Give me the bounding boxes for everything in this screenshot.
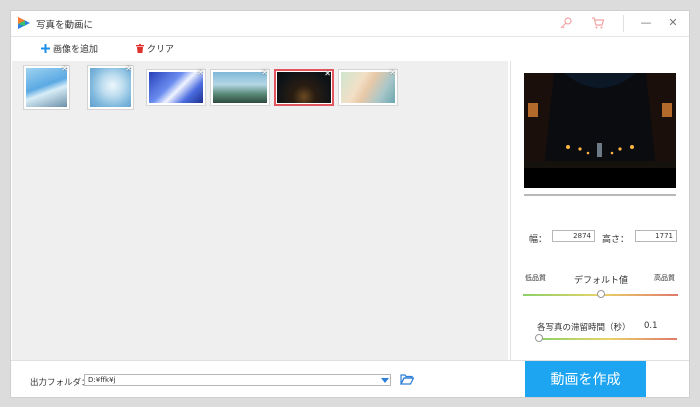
- window-title: 写真を動画に: [36, 20, 94, 31]
- trash-icon: [136, 43, 144, 53]
- duration-slider[interactable]: [539, 338, 677, 340]
- remove-photo-4-icon[interactable]: ✕: [261, 69, 268, 77]
- photo-2-image: [90, 68, 131, 107]
- duration-value: 0.1: [644, 321, 658, 331]
- height-input[interactable]: 1771: [635, 230, 677, 242]
- photo-6-image: [341, 72, 395, 103]
- minimize-button[interactable]: —: [638, 15, 654, 31]
- remove-photo-1-icon[interactable]: ✕: [61, 65, 68, 73]
- video-preview: [524, 73, 676, 188]
- add-image-label: 画像を追加: [53, 44, 99, 55]
- width-input[interactable]: 2874: [552, 230, 595, 242]
- quality-low-label: 低品質: [525, 274, 546, 282]
- image-gallery: ✕ ✕ ✕ ✕ ✕ ✕: [12, 61, 508, 360]
- preview-progress-bar[interactable]: [524, 194, 676, 196]
- plus-icon: [41, 43, 50, 53]
- width-label: 幅：: [529, 235, 548, 245]
- quality-default-label: デフォルト値: [574, 276, 629, 286]
- app-window: 写真を動画に — ✕ 画像を追加 クリア ✕ ✕ ✕ ✕ ✕ ✕ 幅： 2874…: [10, 10, 690, 398]
- key-icon[interactable]: [559, 16, 573, 30]
- title-bar: 写真を動画に — ✕: [11, 11, 689, 37]
- thumbnail-4[interactable]: ✕: [210, 69, 270, 106]
- duration-slider-knob[interactable]: [535, 334, 543, 342]
- toolbar: 画像を追加 クリア: [11, 37, 689, 59]
- thumbnail-3[interactable]: ✕: [146, 69, 206, 106]
- app-logo-icon: [18, 17, 30, 29]
- thumbnail-2[interactable]: ✕: [87, 65, 134, 110]
- photo-1-image: [26, 68, 67, 107]
- photo-4-image: [213, 72, 267, 103]
- duration-label: 各写真の滞留時間（秒）: [537, 323, 631, 333]
- clear-label: クリア: [147, 44, 175, 55]
- footer-bar: 出力フォルダ： D:¥ffk¥j 動画を作成: [11, 360, 689, 397]
- add-image-button[interactable]: 画像を追加: [41, 41, 98, 55]
- chevron-down-icon[interactable]: [380, 375, 390, 385]
- titlebar-separator: [623, 15, 624, 32]
- remove-photo-3-icon[interactable]: ✕: [197, 69, 204, 77]
- height-label: 高さ：: [602, 235, 630, 245]
- clear-button[interactable]: クリア: [136, 41, 174, 55]
- thumbnail-5[interactable]: ✕: [274, 69, 334, 106]
- remove-photo-2-icon[interactable]: ✕: [125, 65, 132, 73]
- thumbnail-6[interactable]: ✕: [338, 69, 398, 106]
- photo-5-image: [277, 72, 331, 103]
- create-video-button[interactable]: 動画を作成: [525, 361, 646, 397]
- output-path-input[interactable]: D:¥ffk¥j: [84, 374, 391, 386]
- quality-high-label: 高品質: [654, 274, 675, 282]
- settings-panel: 幅： 2874 高さ： 1771 低品質 デフォルト値 高品質 各写真の滞留時間…: [510, 61, 689, 360]
- folder-open-icon[interactable]: [400, 373, 414, 385]
- output-folder-label: 出力フォルダ：: [30, 378, 90, 388]
- close-button[interactable]: ✕: [665, 15, 681, 31]
- photo-3-image: [149, 72, 203, 103]
- thumbnail-1[interactable]: ✕: [23, 65, 70, 110]
- quality-slider-knob[interactable]: [596, 290, 605, 298]
- remove-photo-6-icon[interactable]: ✕: [389, 69, 396, 77]
- remove-photo-5-icon[interactable]: ✕: [324, 70, 331, 78]
- cart-icon[interactable]: [591, 16, 605, 30]
